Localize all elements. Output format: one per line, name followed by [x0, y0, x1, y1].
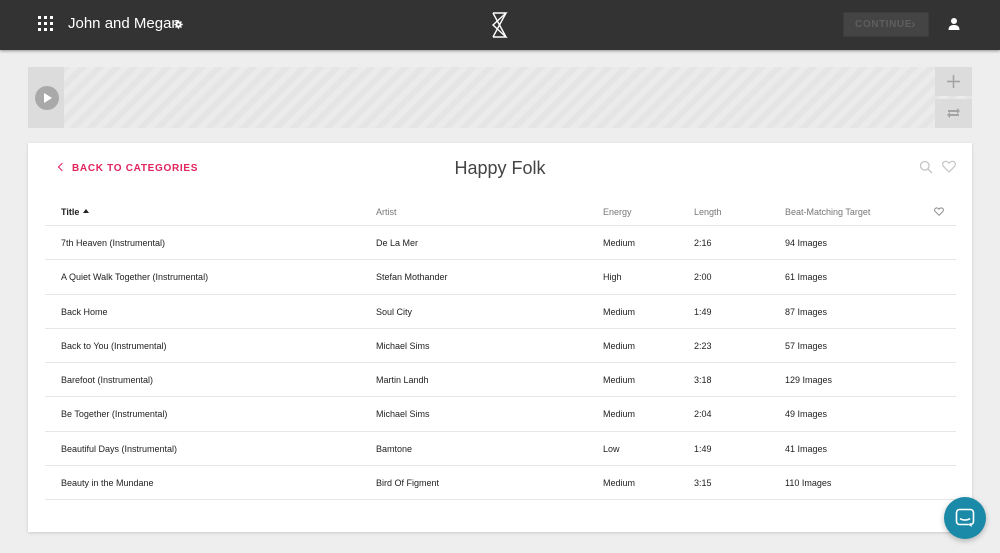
top-bar: John and Megan CONTINUE › — [0, 0, 1000, 50]
song-artist: De La Mer — [376, 238, 419, 248]
add-button[interactable] — [935, 67, 972, 96]
sort-ascending-icon — [83, 209, 90, 213]
song-energy: Medium — [603, 238, 636, 248]
song-title: Barefoot (Instrumental) — [61, 375, 154, 386]
column-header-energy[interactable]: Energy — [603, 207, 632, 218]
song-length: 2:04 — [694, 409, 712, 420]
songs-table: Title Artist Energy Length Beat-Matching… — [45, 200, 956, 501]
play-zone — [28, 67, 64, 128]
chevron-left-icon — [57, 162, 67, 172]
song-beat-target: 94 Images — [785, 238, 828, 248]
gear-icon[interactable] — [174, 20, 183, 29]
continue-label: CONTINUE — [855, 19, 913, 30]
song-title: Back to You (Instrumental) — [61, 340, 167, 351]
song-title: Beautiful Days (Instrumental) — [61, 443, 178, 454]
table-row[interactable]: 7th Heaven (Instrumental) De La Mer Medi… — [45, 226, 956, 261]
song-energy: Medium — [603, 478, 636, 489]
continue-button[interactable]: CONTINUE › — [843, 12, 929, 37]
table-row[interactable]: Beauty in the Mundane Bird Of Figment Me… — [45, 466, 956, 501]
chat-button[interactable] — [944, 497, 986, 539]
song-beat-target: 61 Images — [785, 272, 828, 283]
song-title: Be Together (Instrumental) — [61, 409, 168, 420]
song-artist: Bird Of Figment — [376, 478, 440, 489]
apps-grid-icon[interactable] — [38, 16, 53, 31]
song-length: 3:18 — [694, 375, 712, 386]
song-energy: Medium — [603, 340, 636, 351]
column-title-label: Title — [61, 207, 80, 217]
song-energy: Low — [603, 443, 620, 454]
column-header-beat-matching[interactable]: Beat-Matching Target — [785, 207, 870, 218]
song-length: 1:49 — [694, 306, 712, 317]
song-length: 2:23 — [694, 340, 712, 351]
plus-icon — [947, 75, 960, 88]
song-beat-target: 129 Images — [785, 375, 833, 386]
song-length: 1:49 — [694, 443, 712, 454]
song-artist: Bamtone — [376, 443, 413, 454]
back-to-categories-link[interactable]: BACK TO CATEGORIES — [57, 162, 199, 175]
song-energy: Medium — [603, 306, 636, 317]
song-artist: Soul City — [376, 306, 413, 317]
repeat-icon — [947, 108, 960, 118]
table-row[interactable]: A Quiet Walk Together (Instrumental) Ste… — [45, 260, 956, 295]
table-row[interactable]: Back to You (Instrumental) Michael Sims … — [45, 329, 956, 364]
back-label: BACK TO CATEGORIES — [72, 163, 199, 174]
repeat-button[interactable] — [935, 99, 972, 128]
song-artist: Michael Sims — [376, 340, 430, 351]
column-header-length[interactable]: Length — [694, 207, 722, 218]
table-row[interactable]: Barefoot (Instrumental) Martin Landh Med… — [45, 363, 956, 398]
play-icon[interactable] — [35, 86, 59, 110]
song-beat-target: 41 Images — [785, 443, 828, 454]
project-title[interactable]: John and Megan — [68, 15, 180, 33]
chat-icon — [955, 508, 975, 527]
table-row[interactable]: Back Home Soul City Medium 1:49 87 Image… — [45, 295, 956, 329]
table-row[interactable]: Beautiful Days (Instrumental) Bamtone Lo… — [45, 432, 956, 467]
song-length: 2:16 — [694, 238, 712, 248]
column-header-title[interactable]: Title — [61, 207, 90, 218]
song-artist: Martin Landh — [376, 375, 429, 386]
song-beat-target: 110 Images — [785, 478, 832, 489]
song-artist: Stefan Mothander — [376, 272, 448, 283]
slideshow-timeline[interactable] — [28, 67, 972, 128]
chevron-right-icon: › — [911, 17, 916, 31]
table-row[interactable]: Be Together (Instrumental) Michael Sims … — [45, 397, 956, 432]
song-title: 7th Heaven (Instrumental) — [61, 238, 166, 248]
song-title: Beauty in the Mundane — [61, 478, 154, 489]
song-beat-target: 49 Images — [785, 409, 828, 420]
user-icon[interactable] — [947, 17, 961, 31]
heart-icon[interactable] — [942, 160, 956, 173]
heart-icon[interactable] — [934, 207, 944, 216]
search-icon[interactable] — [919, 160, 933, 174]
song-title: Back Home — [61, 306, 108, 317]
song-beat-target: 87 Images — [785, 306, 828, 317]
logo-icon — [491, 12, 508, 38]
music-panel: BACK TO CATEGORIES Happy Folk Title Arti… — [28, 143, 972, 532]
song-beat-target: 57 Images — [785, 340, 828, 351]
table-header: Title Artist Energy Length Beat-Matching… — [45, 200, 956, 226]
song-artist: Michael Sims — [376, 409, 430, 420]
song-energy: Medium — [603, 375, 636, 386]
song-energy: High — [603, 272, 622, 283]
song-length: 3:15 — [694, 478, 712, 489]
song-energy: Medium — [603, 409, 636, 420]
song-length: 2:00 — [694, 272, 712, 283]
column-header-artist[interactable]: Artist — [376, 207, 397, 218]
song-title: A Quiet Walk Together (Instrumental) — [61, 272, 209, 283]
